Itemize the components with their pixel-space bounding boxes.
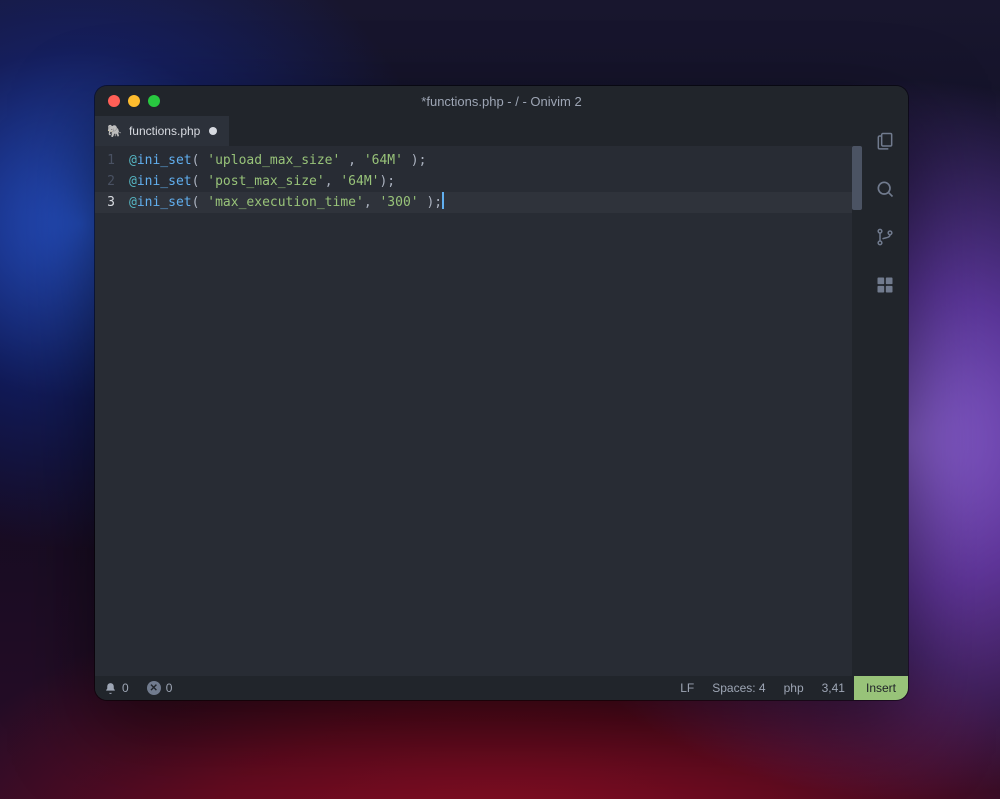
token-fn: ini_set <box>137 153 192 168</box>
git-branch-icon <box>875 227 895 247</box>
cursor-position-status[interactable]: 3,41 <box>813 676 854 700</box>
extensions-icon <box>875 275 895 295</box>
zoom-window-button[interactable] <box>148 95 160 107</box>
window-title: *functions.php - / - Onivim 2 <box>95 94 908 109</box>
explorer-button[interactable] <box>874 130 896 152</box>
indent-status[interactable]: Spaces: 4 <box>703 676 774 700</box>
token-plain: , <box>325 174 341 189</box>
token-str: 'post_max_size' <box>207 174 324 189</box>
tab-label: functions.php <box>129 124 200 138</box>
code-line[interactable]: @ini_set( 'post_max_size', '64M'); <box>129 171 862 192</box>
line-number: 1 <box>95 150 115 171</box>
unsaved-indicator-icon <box>209 127 217 135</box>
status-bar: 0 ✕ 0 LF Spaces: 4 php 3,41 Insert <box>95 676 908 700</box>
notifications-status[interactable]: 0 <box>95 676 138 700</box>
php-file-icon: 🐘 <box>107 124 122 138</box>
token-plain: ); <box>403 153 426 168</box>
window-controls <box>108 95 160 107</box>
titlebar[interactable]: *functions.php - / - Onivim 2 <box>95 86 908 116</box>
token-fn: ini_set <box>137 174 192 189</box>
tab-bar: 🐘 functions.php <box>95 116 862 146</box>
close-window-button[interactable] <box>108 95 120 107</box>
token-str: 'max_execution_time' <box>207 195 364 210</box>
token-str: '64M' <box>340 174 379 189</box>
bell-icon <box>104 682 117 695</box>
search-icon <box>875 179 895 199</box>
token-plain: ( <box>192 174 208 189</box>
token-plain: ( <box>192 195 208 210</box>
token-op: @ <box>129 195 137 210</box>
token-str: '300' <box>379 195 418 210</box>
text-cursor <box>442 192 444 209</box>
code-editor[interactable]: 123 @ini_set( 'upload_max_size' , '64M' … <box>95 146 862 676</box>
errors-count: 0 <box>166 681 173 695</box>
editor-column: 🐘 functions.php 123 @ini_set( 'upload_ma… <box>95 116 862 676</box>
files-icon <box>875 131 895 151</box>
activity-bar <box>862 116 908 676</box>
error-badge-icon: ✕ <box>147 681 161 695</box>
token-fn: ini_set <box>137 195 192 210</box>
line-number-gutter: 123 <box>95 146 121 676</box>
token-op: @ <box>129 153 137 168</box>
scrollbar-track[interactable] <box>852 146 862 676</box>
eol-status[interactable]: LF <box>671 676 703 700</box>
language-status[interactable]: php <box>775 676 813 700</box>
source-control-button[interactable] <box>874 226 896 248</box>
tab-functions-php[interactable]: 🐘 functions.php <box>95 116 229 146</box>
extensions-button[interactable] <box>874 274 896 296</box>
status-spacer <box>181 676 671 700</box>
code-content[interactable]: @ini_set( 'upload_max_size' , '64M' );@i… <box>121 146 862 676</box>
token-plain: ); <box>419 195 442 210</box>
token-op: @ <box>129 174 137 189</box>
line-number: 2 <box>95 171 115 192</box>
search-button[interactable] <box>874 178 896 200</box>
vim-mode-indicator[interactable]: Insert <box>854 676 908 700</box>
token-str: 'upload_max_size' <box>207 153 340 168</box>
minimize-window-button[interactable] <box>128 95 140 107</box>
main-area: 🐘 functions.php 123 @ini_set( 'upload_ma… <box>95 116 908 676</box>
editor-window: *functions.php - / - Onivim 2 🐘 function… <box>95 86 908 700</box>
token-plain: , <box>340 153 363 168</box>
notifications-count: 0 <box>122 681 129 695</box>
token-plain: ( <box>192 153 208 168</box>
code-line[interactable]: @ini_set( 'upload_max_size' , '64M' ); <box>129 150 862 171</box>
token-plain: ); <box>379 174 395 189</box>
scrollbar-thumb[interactable] <box>852 146 862 210</box>
errors-status[interactable]: ✕ 0 <box>138 676 182 700</box>
token-str: '64M' <box>364 153 403 168</box>
token-plain: , <box>364 195 380 210</box>
code-line[interactable]: @ini_set( 'max_execution_time', '300' ); <box>129 192 862 213</box>
